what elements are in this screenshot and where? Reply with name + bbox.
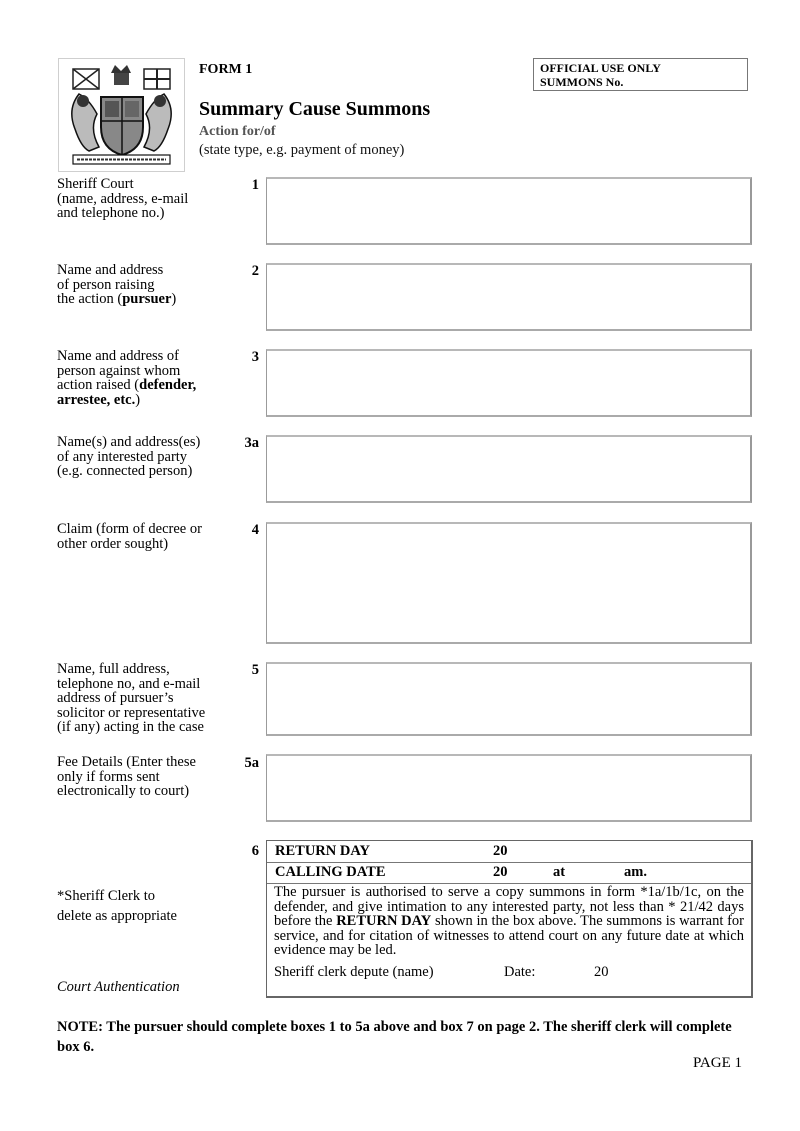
calling-date-year[interactable]: 20 [493,862,508,882]
return-day-year[interactable]: 20 [493,841,508,861]
field-5-number: 5 [251,662,259,678]
field-4-label: Claim (form of decree or other order sou… [57,522,232,551]
label-line: other order sought) [57,535,169,552]
calling-at-label: at [553,864,566,880]
field-5a-label: Fee Details (Enter these only if forms s… [57,755,232,799]
sheriff-clerk-depute-label: Sheriff clerk depute (name) [274,964,434,980]
fee-details-box[interactable] [266,754,752,822]
field-1-label: Sheriff Court (name, address, e-mail and… [57,177,232,221]
label-line: of any interested party [57,448,188,465]
label-line: only if forms sent [57,768,160,785]
label-bold: pursuer [122,291,172,307]
defender-box[interactable] [266,349,752,417]
field-3a-label: Name(s) and address(es) of any intereste… [57,435,232,479]
date-year[interactable]: 20 [594,964,609,981]
sheriff-clerk-note: *Sheriff Clerk to delete as appropriate [57,886,177,926]
summons-number-label: SUMMONS No. [540,75,624,89]
label-line: solicitor or representative [57,704,206,721]
interested-party-box[interactable] [266,435,752,503]
label-line: Name(s) and address(es) [57,434,201,450]
claim-box[interactable] [266,522,752,644]
sheriff-court-box[interactable] [266,177,752,245]
label-line: address of pursuer’s [57,690,174,706]
pursuer-box[interactable] [266,263,752,331]
label-line: arrestee, etc.) [57,391,232,408]
official-use-box: OFFICIAL USE ONLY SUMMONS No. [533,58,748,91]
action-label: Action for/of [199,124,276,139]
page-number: PAGE 1 [692,1055,742,1071]
court-authentication-label: Court Authentication [57,979,180,995]
label-line: electronically to court) [57,783,190,799]
label-text: the action ( [57,291,123,307]
label-line: Name and address [57,262,164,278]
label-line: Sheriff Court [57,176,134,192]
note-line: *Sheriff Clerk to [57,888,155,904]
calling-am-label: am. [624,864,647,880]
action-hint: (state type, e.g. payment of money) [199,142,405,158]
label-line: of person raising [57,276,155,293]
label-line: Name, full address, [57,662,170,677]
label-line: telephone no, and e-mail [57,675,201,692]
return-day-label: RETURN DAY [275,843,370,859]
label-line: and telephone no.) [57,205,165,221]
label-line: Claim (form of decree or [57,521,202,537]
field-4-number: 4 [251,522,259,538]
label-line: action raised (defender, [57,378,232,393]
label-line: (if any) acting in the case [57,719,204,734]
return-day-row: RETURN DAY 20 [267,841,751,863]
note-line: delete as appropriate [57,908,177,924]
label-text: ) [171,291,177,307]
label-line: the action (pursuer) [57,292,232,307]
label-line: Fee Details (Enter these [57,754,196,770]
sheriff-clerk-box: RETURN DAY 20 CALLING DATE 20 at am. The… [266,840,753,998]
label-line: Name and address of [57,348,179,364]
label-bold: arrestee, etc. [57,391,136,408]
form-number: FORM 1 [199,62,253,77]
solicitor-box[interactable] [266,662,752,736]
official-use-label: OFFICIAL USE ONLY [540,61,661,75]
field-3-number: 3 [251,349,259,365]
date-label: Date: [504,964,536,980]
field-1-number: 1 [251,177,259,193]
field-2-label: Name and address of person raising the a… [57,263,232,307]
calling-date-row: CALLING DATE 20 at am. [267,862,751,884]
authorisation-text: The pursuer is authorised to serve a cop… [274,885,744,958]
label-bold: defender, [139,377,197,393]
royal-coat-of-arms-icon [58,58,185,172]
label-text: ) [135,391,141,408]
field-5-label: Name, full address, telephone no, and e-… [57,662,232,734]
field-6-number: 6 [251,843,259,859]
label-line: (e.g. connected person) [57,463,193,479]
label-line: person against whom [57,362,181,379]
calling-date-label: CALLING DATE [275,864,386,880]
field-2-number: 2 [251,263,259,279]
label-line: (name, address, e-mail [57,190,189,207]
footer-note: NOTE: The pursuer should complete boxes … [57,1019,732,1055]
field-3a-number: 3a [244,435,260,451]
field-5a-number: 5a [244,755,260,771]
field-3-label: Name and address of person against whom … [57,349,232,407]
page-title: Summary Cause Summons [199,98,431,120]
